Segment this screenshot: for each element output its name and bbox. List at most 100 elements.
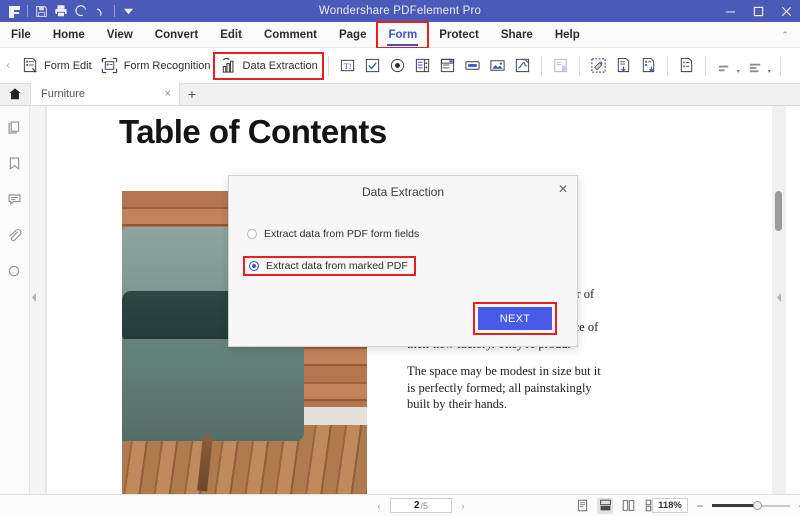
data-extraction-dialog: Data Extraction ✕ Extract data from PDF … [228,175,578,347]
form-properties-icon[interactable] [674,53,699,79]
current-page-value: 2 [414,500,420,511]
radio-button-form-fields[interactable] [247,229,257,239]
print-icon[interactable] [51,2,71,20]
close-icon[interactable]: ✕ [555,181,571,197]
zoom-slider-knob[interactable] [753,501,762,510]
zoom-slider-fill [712,504,756,507]
save-icon[interactable] [31,2,51,20]
tab-strip: Furniture × + [0,84,800,106]
push-button-icon[interactable] [460,53,485,79]
single-page-view-icon[interactable] [574,498,590,514]
chevron-down-icon: ▾ [737,68,740,75]
menu-item-comment[interactable]: Comment [253,22,328,48]
close-button[interactable] [772,0,800,22]
menu-item-home[interactable]: Home [42,22,96,48]
form-recognition-button[interactable]: Form Recognition [96,54,215,78]
divider [667,56,668,76]
divider [114,5,115,17]
menu-item-page[interactable]: Page [328,22,378,48]
next-button-highlight: NEXT [475,304,555,333]
close-tab-icon[interactable]: × [163,88,173,100]
undo-icon[interactable] [71,2,91,20]
ribbon-toolbar: ‹ Form Edit Form Recognition Data Extrac… [0,48,800,84]
page-title: Table of Contents [119,113,387,151]
dialog-title: Data Extraction [229,185,577,199]
clear-form-icon[interactable] [548,53,573,79]
new-tab-icon[interactable]: + [180,83,204,105]
zoom-slider[interactable] [712,500,790,512]
check-box-icon[interactable] [360,53,385,79]
next-page-icon[interactable]: › [456,501,470,511]
divider [27,5,28,17]
redo-icon[interactable] [91,2,111,20]
import-data-icon[interactable] [611,53,636,79]
attachments-icon[interactable] [4,224,26,246]
menu-item-share[interactable]: Share [490,22,544,48]
align-horizontal-button[interactable]: ▾ [712,54,743,78]
document-tab-furniture[interactable]: Furniture × [30,83,180,105]
window-controls [716,0,800,22]
menu-item-file[interactable]: File [0,22,42,48]
bookmarks-icon[interactable] [4,152,26,174]
vertical-scrollbar-thumb[interactable] [775,191,782,231]
app-logo-icon[interactable] [4,2,24,20]
image-field-icon[interactable] [485,53,510,79]
zoom-out-button[interactable]: − [695,499,705,513]
menu-item-view[interactable]: View [96,22,144,48]
total-pages-value: /5 [421,501,429,511]
divider [541,56,542,76]
divider [328,56,329,76]
radio-button-icon[interactable] [385,53,410,79]
align-vertical-button[interactable]: ▾ [743,54,774,78]
align-horizontal-icon [715,58,735,78]
search-icon[interactable] [4,260,26,282]
divider [579,56,580,76]
menu-item-edit[interactable]: Edit [209,22,253,48]
document-tab-label: Furniture [41,88,163,100]
maximize-button[interactable] [744,0,772,22]
customize-quick-access-icon[interactable] [118,2,138,20]
previous-page-icon[interactable]: ‹ [372,501,386,511]
menu-item-convert[interactable]: Convert [144,22,209,48]
text-field-icon[interactable]: T! [335,53,360,79]
form-edit-button[interactable]: Form Edit [16,54,96,78]
option-extract-from-form-fields[interactable]: Extract data from PDF form fields [247,228,419,240]
quick-access-toolbar [0,2,138,20]
menu-item-form[interactable]: Form [377,22,428,48]
page-number-input[interactable]: 2 /5 [390,498,452,513]
divider [705,56,706,76]
form-recognition-label: Form Recognition [124,60,211,72]
radio-button-marked-pdf[interactable] [249,261,259,271]
menu-item-protect[interactable]: Protect [428,22,490,48]
zoom-level-value[interactable]: 118% [652,498,688,513]
align-vertical-icon [746,58,766,78]
comments-icon[interactable] [4,188,26,210]
split-view-handle[interactable] [775,292,783,302]
collapse-ribbon-icon[interactable]: ⌃ [776,22,794,48]
ribbon-scroll-left-icon[interactable]: ‹ [0,48,16,84]
pdfelement-window: Wondershare PDFelement Pro File Home Vie… [0,0,800,516]
list-box-icon[interactable] [435,53,460,79]
digital-signature-icon[interactable] [510,53,535,79]
menu-bar: File Home View Convert Edit Comment Page… [0,22,800,48]
thumbnails-icon[interactable] [4,116,26,138]
divider [780,56,781,76]
data-extraction-icon [219,56,239,76]
menu-item-help[interactable]: Help [544,22,591,48]
option-extract-from-marked-pdf[interactable]: Extract data from marked PDF [245,258,414,274]
form-recognition-icon [100,56,120,76]
minimize-button[interactable] [716,0,744,22]
continuous-scroll-view-icon[interactable] [597,498,613,514]
photo-sofa-seat [122,339,304,441]
two-page-view-icon[interactable] [620,498,636,514]
home-icon[interactable] [0,83,30,105]
combo-box-icon[interactable] [410,53,435,79]
export-data-icon[interactable] [636,53,661,79]
form-edit-label: Form Edit [44,60,92,72]
photo-rug [300,407,367,425]
chevron-down-icon: ▾ [768,68,771,75]
highlight-fields-icon[interactable] [586,53,611,79]
data-extraction-button[interactable]: Data Extraction [215,54,322,78]
next-button[interactable]: NEXT [478,307,552,330]
panel-collapse-handle[interactable] [30,288,38,306]
